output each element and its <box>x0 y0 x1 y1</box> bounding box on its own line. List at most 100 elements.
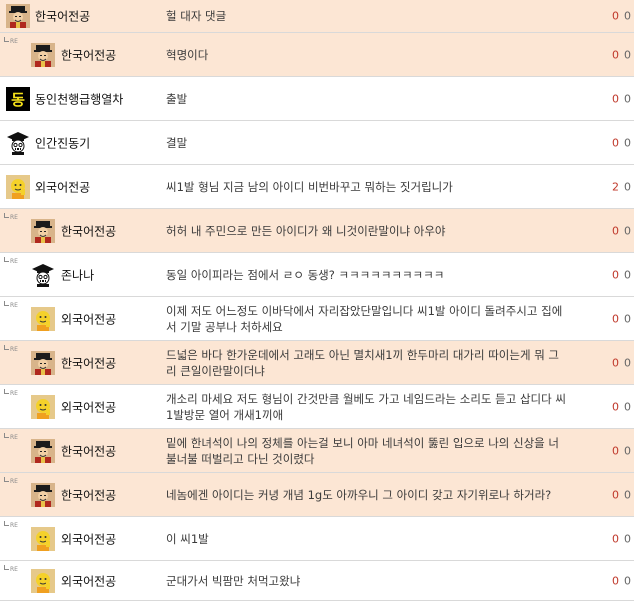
nickname[interactable]: 외국어전공 <box>61 572 116 589</box>
downvote-count[interactable]: 0 <box>624 48 631 61</box>
upvote-count[interactable]: 0 <box>612 224 619 237</box>
upvote-count[interactable]: 0 <box>612 356 619 369</box>
downvote-count[interactable]: 0 <box>624 444 631 457</box>
grad-avatar-icon[interactable] <box>31 262 55 287</box>
nickname[interactable]: 한국어전공 <box>35 8 90 25</box>
reply-marker: RE <box>4 521 18 529</box>
comment-row: RE 한국어전공 혁명이다 00 <box>0 33 634 77</box>
vote-counts: 00 <box>612 92 631 105</box>
nickname[interactable]: 한국어전공 <box>61 222 116 239</box>
downvote-count[interactable]: 0 <box>624 574 631 587</box>
reply-marker: RE <box>4 477 18 485</box>
reply-arrow-icon <box>4 477 9 482</box>
yellow-avatar-icon[interactable] <box>31 394 55 419</box>
grad-avatar-icon[interactable] <box>6 130 30 155</box>
comment-row: 인간진동기 결말 00 <box>0 121 634 165</box>
upvote-count[interactable]: 0 <box>612 268 619 281</box>
downvote-count[interactable]: 0 <box>624 356 631 369</box>
reply-marker-label: RE <box>10 566 18 573</box>
reply-marker: RE <box>4 257 18 265</box>
upvote-count[interactable]: 0 <box>612 48 619 61</box>
comment-text: 이 씨1발 <box>166 531 209 546</box>
yellow-avatar-icon[interactable] <box>31 568 55 593</box>
vote-counts: 00 <box>612 574 631 587</box>
comment-text: 동일 아이피라는 점에서 ㄹㅇ 동생? ㅋㅋㅋㅋㅋㅋㅋㅋㅋㅋ <box>166 267 445 282</box>
nickname[interactable]: 한국어전공 <box>61 46 116 63</box>
nickname[interactable]: 한국어전공 <box>61 486 116 503</box>
king-avatar-icon[interactable] <box>6 4 30 28</box>
downvote-count[interactable]: 0 <box>624 268 631 281</box>
comment-row: 동 동인천행급행열차 출발 00 <box>0 77 634 121</box>
reply-marker-label: RE <box>10 214 18 221</box>
upvote-count[interactable]: 2 <box>612 180 619 193</box>
comment-list: 한국어전공 헐 대자 댓글 00 RE 한국어전공 혁명이다 00 동 동인천행… <box>0 0 634 601</box>
reply-marker-label: RE <box>10 258 18 265</box>
comment-text: 네놈에겐 아이디는 커녕 개념 1g도 아까우니 그 아이디 갖고 자기위로나 … <box>166 487 552 502</box>
vote-counts: 00 <box>612 48 631 61</box>
reply-arrow-icon <box>4 345 9 350</box>
upvote-count[interactable]: 0 <box>612 488 619 501</box>
comment-text: 드넓은 바다 한가운데에서 고래도 아닌 멸치새1끼 한두마리 대가리 따이는게… <box>166 347 560 378</box>
comment-text: 결말 <box>166 135 188 150</box>
upvote-count[interactable]: 0 <box>612 136 619 149</box>
king-avatar-icon[interactable] <box>31 482 55 507</box>
comment-row: 외국어전공 씨1발 형님 지금 남의 아이디 비번바꾸고 뭐하는 짓거립니가 2… <box>0 165 634 209</box>
downvote-count[interactable]: 0 <box>624 180 631 193</box>
reply-marker: RE <box>4 389 18 397</box>
reply-marker-label: RE <box>10 390 18 397</box>
nickname[interactable]: 존나나 <box>61 266 94 283</box>
vote-counts: 00 <box>612 356 631 369</box>
upvote-count[interactable]: 0 <box>612 444 619 457</box>
downvote-count[interactable]: 0 <box>624 312 631 325</box>
upvote-count[interactable]: 0 <box>612 574 619 587</box>
reply-arrow-icon <box>4 565 9 570</box>
vote-counts: 20 <box>612 180 631 193</box>
reply-marker-label: RE <box>10 522 18 529</box>
nickname[interactable]: 외국어전공 <box>35 178 90 195</box>
yellow-avatar-icon[interactable] <box>31 526 55 551</box>
nickname[interactable]: 한국어전공 <box>61 354 116 371</box>
comment-row: RE 외국어전공 이 씨1발 00 <box>0 517 634 561</box>
king-avatar-icon[interactable] <box>31 350 55 375</box>
dong-avatar-icon[interactable]: 동 <box>6 86 30 111</box>
nickname[interactable]: 동인천행급행열차 <box>35 90 123 107</box>
vote-counts: 00 <box>612 268 631 281</box>
nickname[interactable]: 인간진동기 <box>35 134 90 151</box>
upvote-count[interactable]: 0 <box>612 10 619 23</box>
reply-marker-label: RE <box>10 434 18 441</box>
nickname[interactable]: 외국어전공 <box>61 530 116 547</box>
comment-row: RE 외국어전공 이제 저도 어느정도 이바닥에서 자리잡았단말입니다 씨1발 … <box>0 297 634 341</box>
upvote-count[interactable]: 0 <box>612 312 619 325</box>
comment-row: RE 한국어전공 네놈에겐 아이디는 커녕 개념 1g도 아까우니 그 아이디 … <box>0 473 634 517</box>
yellow-avatar-icon[interactable] <box>31 306 55 331</box>
nickname[interactable]: 외국어전공 <box>61 398 116 415</box>
upvote-count[interactable]: 0 <box>612 532 619 545</box>
vote-counts: 00 <box>612 532 631 545</box>
king-avatar-icon[interactable] <box>31 42 55 67</box>
downvote-count[interactable]: 0 <box>624 488 631 501</box>
upvote-count[interactable]: 0 <box>612 92 619 105</box>
downvote-count[interactable]: 0 <box>624 92 631 105</box>
reply-marker: RE <box>4 37 18 45</box>
king-avatar-icon[interactable] <box>31 218 55 243</box>
downvote-count[interactable]: 0 <box>624 224 631 237</box>
downvote-count[interactable]: 0 <box>624 400 631 413</box>
upvote-count[interactable]: 0 <box>612 400 619 413</box>
nickname[interactable]: 한국어전공 <box>61 442 116 459</box>
king-avatar-icon[interactable] <box>31 438 55 463</box>
comment-row: RE 외국어전공 개소리 마세요 저도 형님이 간것만큼 월베도 가고 네임드라… <box>0 385 634 429</box>
vote-counts: 00 <box>612 224 631 237</box>
reply-marker: RE <box>4 565 18 573</box>
nickname[interactable]: 외국어전공 <box>61 310 116 327</box>
comment-text: 밑에 한녀석이 나의 정체를 아는걸 보니 아마 네녀석이 뚫린 입으로 나의 … <box>166 435 560 466</box>
svg-text:동: 동 <box>11 91 25 109</box>
yellow-avatar-icon[interactable] <box>6 174 30 199</box>
comment-text: 헐 대자 댓글 <box>166 9 227 23</box>
comment-row: RE 외국어전공 군대가서 빅팜만 처먹고왔냐 00 <box>0 561 634 601</box>
downvote-count[interactable]: 0 <box>624 10 631 23</box>
comment-text: 군대가서 빅팜만 처먹고왔냐 <box>166 573 301 588</box>
downvote-count[interactable]: 0 <box>624 136 631 149</box>
vote-counts: 00 <box>612 10 631 23</box>
downvote-count[interactable]: 0 <box>624 532 631 545</box>
reply-arrow-icon <box>4 257 9 262</box>
